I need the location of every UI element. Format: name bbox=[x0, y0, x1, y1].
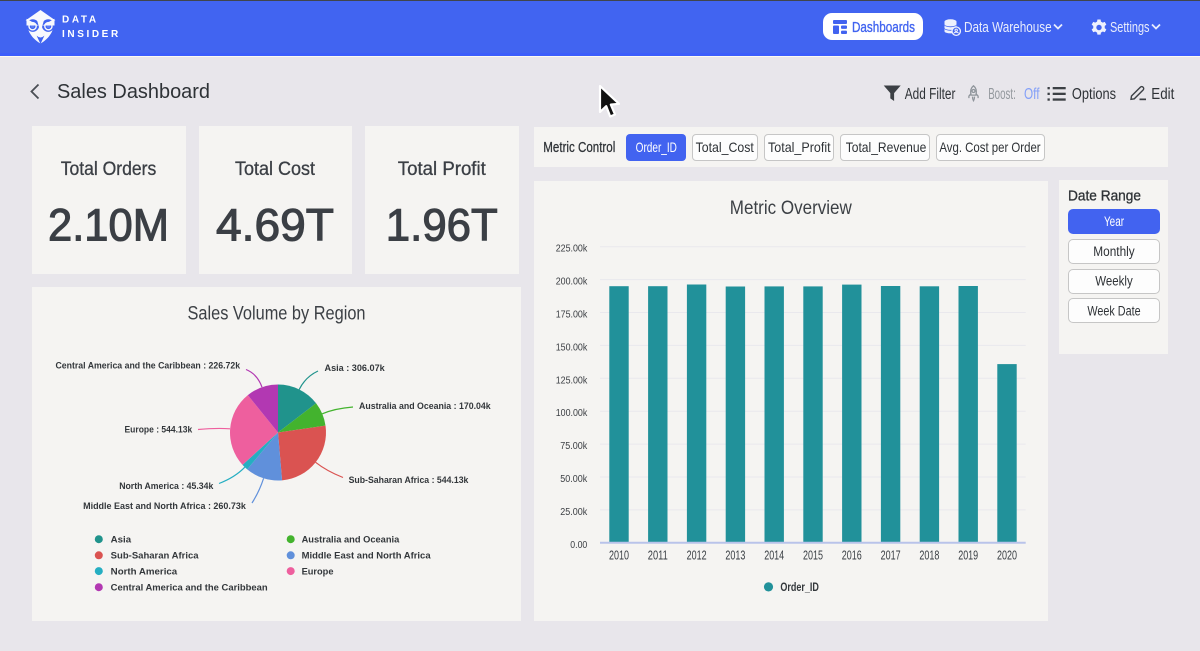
svg-text:2011: 2011 bbox=[648, 548, 668, 562]
svg-text:2013: 2013 bbox=[725, 548, 745, 562]
svg-text:Europe : 544.13k: Europe : 544.13k bbox=[125, 425, 194, 435]
svg-text:Off: Off bbox=[1024, 86, 1040, 103]
svg-text:Sales Volume by Region: Sales Volume by Region bbox=[188, 303, 366, 325]
svg-text:Weekly: Weekly bbox=[1095, 274, 1133, 289]
svg-text:2.10M: 2.10M bbox=[48, 200, 169, 251]
svg-text:Sub-Saharan Africa : 544.13k: Sub-Saharan Africa : 544.13k bbox=[349, 475, 470, 485]
svg-text:Australia and Oceania: Australia and Oceania bbox=[302, 534, 401, 544]
svg-text:Europe: Europe bbox=[302, 566, 334, 576]
svg-text:Sub-Saharan Africa: Sub-Saharan Africa bbox=[111, 551, 200, 561]
svg-text:Total Cost: Total Cost bbox=[235, 158, 316, 180]
svg-text:Options: Options bbox=[1072, 86, 1116, 103]
svg-text:100.00k: 100.00k bbox=[556, 408, 588, 419]
svg-text:Total Profit: Total Profit bbox=[398, 158, 487, 180]
svg-text:INSIDER: INSIDER bbox=[62, 29, 121, 40]
svg-text:Middle East and North Africa :: Middle East and North Africa : 260.73k bbox=[83, 501, 247, 511]
svg-text:1.96T: 1.96T bbox=[386, 200, 498, 251]
svg-text:2014: 2014 bbox=[764, 548, 784, 562]
svg-text:50.00k: 50.00k bbox=[560, 474, 588, 485]
svg-text:25.00k: 25.00k bbox=[560, 507, 588, 518]
svg-text:2020: 2020 bbox=[997, 548, 1017, 562]
svg-text:0.00: 0.00 bbox=[570, 540, 587, 551]
svg-text:2017: 2017 bbox=[881, 548, 901, 562]
svg-text:Asia: Asia bbox=[111, 534, 132, 544]
svg-text:200.00k: 200.00k bbox=[556, 277, 588, 288]
svg-text:Middle East and North Africa: Middle East and North Africa bbox=[302, 551, 432, 561]
svg-text:Total Orders: Total Orders bbox=[61, 158, 157, 180]
svg-text:Total_Revenue: Total_Revenue bbox=[846, 139, 927, 155]
svg-text:Order_ID: Order_ID bbox=[636, 139, 677, 155]
svg-text:2015: 2015 bbox=[803, 548, 823, 562]
svg-text:Week Date: Week Date bbox=[1087, 304, 1140, 319]
svg-text:75.00k: 75.00k bbox=[560, 441, 588, 452]
svg-text:North America: North America bbox=[111, 566, 178, 576]
svg-text:150.00k: 150.00k bbox=[556, 342, 588, 353]
svg-text:Boost:: Boost: bbox=[988, 86, 1016, 103]
svg-text:Data Warehouse: Data Warehouse bbox=[964, 20, 1052, 36]
svg-text:2016: 2016 bbox=[842, 548, 862, 562]
svg-text:Metric Control: Metric Control bbox=[543, 140, 615, 156]
svg-text:Year: Year bbox=[1104, 214, 1124, 229]
svg-text:Central America and the Caribb: Central America and the Caribbean bbox=[111, 582, 268, 592]
svg-text:Edit: Edit bbox=[1151, 86, 1175, 103]
svg-text:Total_Profit: Total_Profit bbox=[768, 139, 831, 155]
svg-text:175.00k: 175.00k bbox=[556, 310, 588, 321]
svg-text:Sales Dashboard: Sales Dashboard bbox=[57, 80, 210, 103]
svg-text:Order_ID: Order_ID bbox=[780, 582, 819, 594]
svg-text:Dashboards: Dashboards bbox=[852, 20, 915, 36]
svg-text:4.69T: 4.69T bbox=[216, 200, 334, 251]
svg-text:Add Filter: Add Filter bbox=[905, 86, 956, 103]
svg-text:Australia and Oceania : 170.04: Australia and Oceania : 170.04k bbox=[359, 401, 492, 411]
svg-text:Metric Overview: Metric Overview bbox=[730, 197, 853, 219]
svg-text:2019: 2019 bbox=[958, 548, 978, 562]
svg-text:2010: 2010 bbox=[609, 548, 629, 562]
svg-text:DATA: DATA bbox=[62, 15, 99, 26]
svg-text:Total_Cost: Total_Cost bbox=[696, 139, 754, 155]
svg-text:Monthly: Monthly bbox=[1093, 244, 1135, 259]
svg-text:Date Range: Date Range bbox=[1068, 189, 1141, 205]
svg-text:2012: 2012 bbox=[687, 548, 707, 562]
svg-text:225.00k: 225.00k bbox=[556, 244, 588, 255]
svg-text:Settings: Settings bbox=[1110, 20, 1150, 36]
svg-text:2018: 2018 bbox=[919, 548, 939, 562]
svg-text:Central America and the Caribb: Central America and the Caribbean : 226.… bbox=[56, 361, 241, 371]
svg-text:North America : 45.34k: North America : 45.34k bbox=[119, 481, 214, 491]
svg-text:125.00k: 125.00k bbox=[556, 375, 588, 386]
svg-text:Avg. Cost per Order: Avg. Cost per Order bbox=[939, 139, 1040, 155]
svg-text:Asia : 306.07k: Asia : 306.07k bbox=[325, 363, 386, 373]
